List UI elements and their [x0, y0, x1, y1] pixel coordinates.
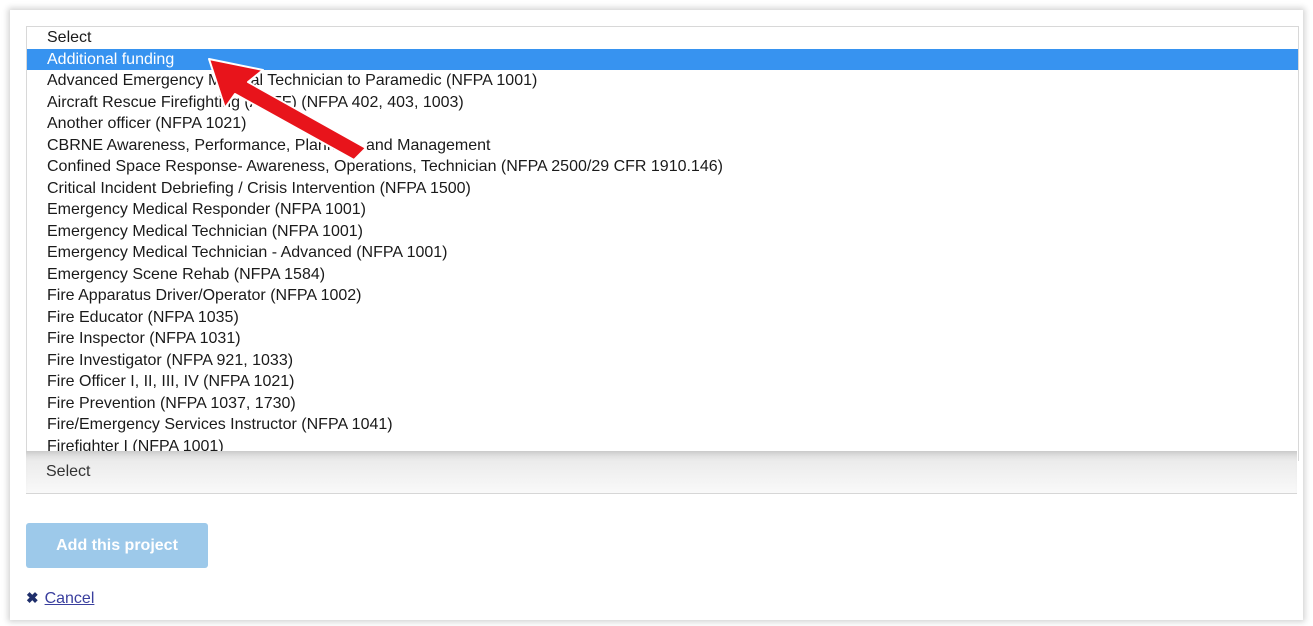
project-type-select[interactable]: Select — [26, 451, 1297, 494]
option-driver-operator[interactable]: Fire Apparatus Driver/Operator (NFPA 100… — [27, 285, 1298, 307]
select-value: Select — [46, 463, 91, 480]
option-emt[interactable]: Emergency Medical Technician (NFPA 1001) — [27, 221, 1298, 243]
option-fire-educator[interactable]: Fire Educator (NFPA 1035) — [27, 307, 1298, 329]
option-additional-funding[interactable]: Additional funding — [27, 48, 1298, 70]
option-fire-inspector[interactable]: Fire Inspector (NFPA 1031) — [27, 328, 1298, 350]
option-cbrne[interactable]: CBRNE Awareness, Performance, Planning, … — [27, 135, 1298, 157]
add-project-button[interactable]: Add this project — [26, 523, 208, 568]
option-emr[interactable]: Emergency Medical Responder (NFPA 1001) — [27, 199, 1298, 221]
option-fire-prevention[interactable]: Fire Prevention (NFPA 1037, 1730) — [27, 393, 1298, 415]
close-icon: ✖ — [26, 590, 39, 607]
option-fire-officer[interactable]: Fire Officer I, II, III, IV (NFPA 1021) — [27, 371, 1298, 393]
project-type-listbox[interactable]: Select Additional funding Advanced Emerg… — [26, 26, 1299, 461]
cancel-link[interactable]: Cancel — [45, 590, 95, 607]
option-confined-space[interactable]: Confined Space Response- Awareness, Oper… — [27, 156, 1298, 178]
option-critical-incident[interactable]: Critical Incident Debriefing / Crisis In… — [27, 178, 1298, 200]
option-aemt-to-paramedic[interactable]: Advanced Emergency Medical Technician to… — [27, 70, 1298, 92]
option-another-officer[interactable]: Another officer (NFPA 1021) — [27, 113, 1298, 135]
option-scene-rehab[interactable]: Emergency Scene Rehab (NFPA 1584) — [27, 264, 1298, 286]
option-select[interactable]: Select — [27, 27, 1298, 49]
cancel-link-row[interactable]: ✖ Cancel — [26, 589, 94, 608]
option-emt-advanced[interactable]: Emergency Medical Technician - Advanced … — [27, 242, 1298, 264]
option-fire-investigator[interactable]: Fire Investigator (NFPA 921, 1033) — [27, 350, 1298, 372]
option-arff[interactable]: Aircraft Rescue Firefighting (ARFF) (NFP… — [27, 92, 1298, 114]
dialog-panel: Select Additional funding Advanced Emerg… — [10, 10, 1303, 620]
option-instructor[interactable]: Fire/Emergency Services Instructor (NFPA… — [27, 414, 1298, 436]
